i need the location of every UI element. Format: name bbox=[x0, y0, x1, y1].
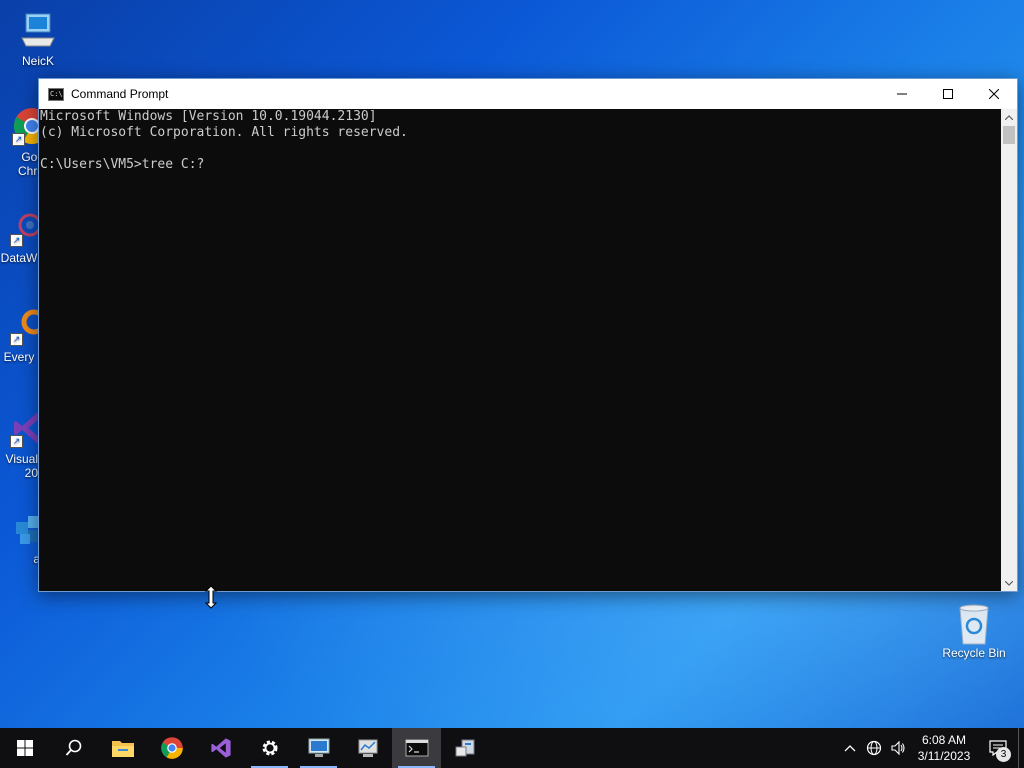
settings-gear-icon bbox=[262, 740, 277, 756]
notification-count-badge: 3 bbox=[996, 747, 1011, 762]
shortcut-arrow-icon: ↗ bbox=[10, 333, 23, 346]
desktop-icon-neick[interactable]: NeicK bbox=[2, 10, 74, 68]
scroll-up-arrow-icon[interactable] bbox=[1001, 109, 1017, 125]
taskbar: 6:08 AM 3/11/2023 3 bbox=[0, 728, 1024, 768]
taskbar-remote-desktop[interactable] bbox=[294, 728, 343, 768]
shortcut-arrow-icon: ↗ bbox=[10, 435, 23, 448]
desktop-icon-label: a bbox=[33, 552, 40, 566]
taskbar-network-tool[interactable] bbox=[441, 728, 490, 768]
speaker-volume-icon bbox=[891, 740, 905, 756]
scrollbar-thumb[interactable] bbox=[1003, 126, 1015, 144]
close-button[interactable] bbox=[971, 79, 1017, 109]
scroll-down-arrow-icon[interactable] bbox=[1001, 575, 1017, 591]
command-prompt-icon bbox=[405, 739, 428, 757]
start-button[interactable] bbox=[0, 728, 49, 768]
chrome-icon bbox=[160, 737, 183, 759]
visual-studio-icon bbox=[210, 738, 231, 758]
taskbar-system-tool[interactable] bbox=[343, 728, 392, 768]
console-line: Microsoft Windows [Version 10.0.19044.21… bbox=[40, 109, 377, 124]
desktop-icon-datawarrior[interactable]: ↗ DataW bbox=[0, 207, 42, 265]
system-tray: 6:08 AM 3/11/2023 3 bbox=[838, 728, 1024, 768]
desktop-icon-everything[interactable]: ↗ Every bbox=[0, 306, 47, 364]
clock-button[interactable]: 6:08 AM 3/11/2023 bbox=[910, 732, 978, 764]
chevron-up-icon bbox=[844, 745, 856, 752]
network-button[interactable] bbox=[862, 728, 886, 768]
show-desktop-button[interactable] bbox=[1018, 728, 1024, 768]
search-icon bbox=[65, 739, 81, 756]
maximize-button[interactable] bbox=[925, 79, 971, 109]
console-prompt-line: C:\Users\VM5>tree C:? bbox=[40, 157, 205, 172]
console-output[interactable]: Microsoft Windows [Version 10.0.19044.21… bbox=[39, 109, 1001, 591]
window-title: Command Prompt bbox=[71, 87, 169, 101]
recycle-bin-icon bbox=[954, 602, 994, 645]
close-icon bbox=[989, 89, 999, 99]
windows-start-icon bbox=[16, 740, 33, 756]
network-tool-icon bbox=[455, 739, 474, 757]
desktop-icon-app[interactable]: a bbox=[0, 508, 40, 566]
file-explorer-icon bbox=[111, 741, 134, 757]
clock-date: 3/11/2023 bbox=[917, 749, 971, 763]
shortcut-arrow-icon: ↗ bbox=[12, 133, 25, 146]
command-prompt-icon: C:\ bbox=[48, 87, 64, 101]
vertical-scrollbar[interactable] bbox=[1001, 109, 1017, 591]
search-button[interactable] bbox=[49, 728, 98, 768]
desktop-icon-recycle-bin[interactable]: Recycle Bin bbox=[938, 602, 1010, 660]
volume-button[interactable] bbox=[886, 728, 910, 768]
taskbar-chrome[interactable] bbox=[147, 728, 196, 768]
minimize-button[interactable] bbox=[879, 79, 925, 109]
desktop-icon-label: DataW bbox=[0, 251, 38, 265]
show-hidden-icons-button[interactable] bbox=[838, 728, 862, 768]
action-center-button[interactable]: 3 bbox=[978, 728, 1018, 768]
console-line: (c) Microsoft Corporation. All rights re… bbox=[40, 125, 408, 140]
desktop-icon-label: Every bbox=[3, 350, 35, 364]
resize-cursor-icon bbox=[204, 585, 218, 609]
desktop-icon-visual-studio[interactable]: ↗ Visual 20 bbox=[0, 408, 46, 480]
computer-icon bbox=[18, 10, 58, 50]
taskbar-command-prompt[interactable] bbox=[392, 728, 441, 768]
shortcut-arrow-icon: ↗ bbox=[10, 234, 23, 247]
taskbar-visual-studio[interactable] bbox=[196, 728, 245, 768]
desktop-icon-label: NeicK bbox=[21, 54, 54, 68]
maximize-icon bbox=[943, 89, 953, 99]
desktop-icon-label: Recycle Bin bbox=[942, 646, 1006, 660]
system-tool-icon bbox=[358, 739, 377, 757]
clock-time: 6:08 AM bbox=[921, 733, 967, 747]
desktop-icon-label: Visual 20 bbox=[5, 452, 38, 480]
minimize-icon bbox=[897, 93, 907, 95]
taskbar-file-explorer[interactable] bbox=[98, 728, 147, 768]
window-titlebar[interactable]: C:\ Command Prompt bbox=[39, 79, 1017, 109]
command-prompt-window[interactable]: C:\ Command Prompt Microsoft Windows [Ve… bbox=[38, 78, 1018, 592]
remote-desktop-icon bbox=[308, 738, 329, 757]
taskbar-settings[interactable] bbox=[245, 728, 294, 768]
globe-network-icon bbox=[866, 740, 882, 756]
console-line bbox=[39, 141, 1001, 157]
